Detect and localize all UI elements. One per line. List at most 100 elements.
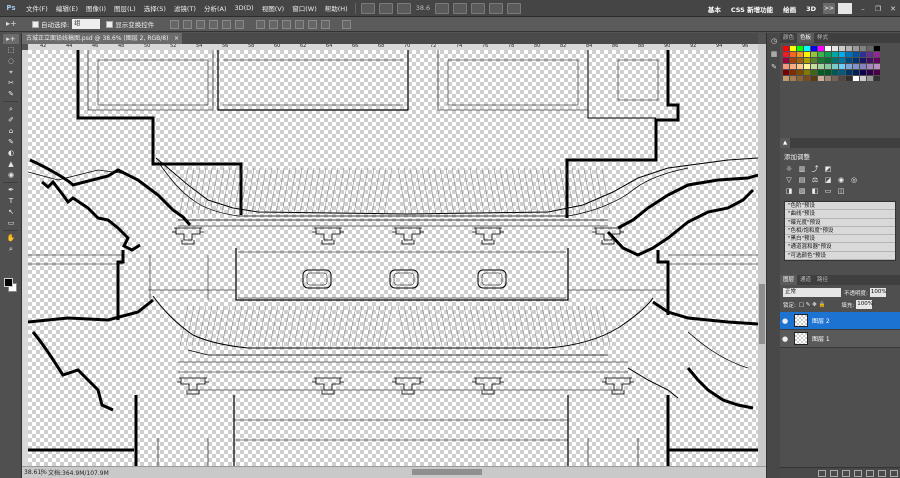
- align-right-icon[interactable]: [235, 19, 245, 29]
- color-swatch[interactable]: [818, 46, 824, 51]
- rotate-view-icon[interactable]: [471, 2, 486, 14]
- history-brush-tool-icon[interactable]: ✎: [3, 137, 19, 147]
- color-swatch[interactable]: [783, 70, 789, 75]
- layer-row[interactable]: ● 图层 2: [780, 312, 900, 331]
- invert-icon[interactable]: ◨: [784, 187, 794, 196]
- color-swatch[interactable]: [811, 52, 817, 57]
- minimize-icon[interactable]: –: [856, 3, 870, 15]
- color-swatch[interactable]: [846, 64, 852, 69]
- color-swatch[interactable]: [811, 64, 817, 69]
- pen-tool-icon[interactable]: ✒: [3, 185, 19, 195]
- preset-channel-mixer[interactable]: "通道混和器"预设: [785, 243, 895, 252]
- hand-tool-icon[interactable]: ✋: [3, 233, 19, 243]
- color-swatch[interactable]: [860, 58, 866, 63]
- color-swatch[interactable]: [839, 58, 845, 63]
- gradient-map-icon[interactable]: ▭: [823, 187, 833, 196]
- color-swatch[interactable]: [839, 46, 845, 51]
- color-swatch[interactable]: [804, 64, 810, 69]
- link-layers-icon[interactable]: [818, 469, 826, 477]
- vertical-scrollbar[interactable]: [758, 44, 766, 466]
- color-swatch[interactable]: [804, 52, 810, 57]
- levels-icon[interactable]: ▥: [797, 165, 807, 174]
- move-tool-preset-icon[interactable]: ▸+: [6, 19, 26, 30]
- search-field[interactable]: [838, 3, 852, 14]
- color-swatch[interactable]: [846, 70, 852, 75]
- color-swatch[interactable]: [825, 70, 831, 75]
- color-swatch[interactable]: [853, 52, 859, 57]
- color-swatch[interactable]: [825, 76, 831, 81]
- color-swatch[interactable]: [804, 58, 810, 63]
- color-swatch[interactable]: [832, 70, 838, 75]
- selective-color-icon[interactable]: ◫: [836, 187, 846, 196]
- workspace-painting[interactable]: 绘画: [778, 4, 801, 14]
- dodge-tool-icon[interactable]: ◉: [3, 170, 19, 180]
- distribute-vcenter-icon[interactable]: [269, 19, 279, 29]
- color-swatch[interactable]: [867, 46, 873, 51]
- swatch-panel-icon[interactable]: ▦: [769, 49, 779, 59]
- curves-icon[interactable]: ⤴: [810, 165, 820, 174]
- color-swatch[interactable]: [832, 58, 838, 63]
- screen-mode-icon[interactable]: [507, 2, 522, 14]
- color-swatch[interactable]: [874, 58, 880, 63]
- color-swatch[interactable]: [797, 70, 803, 75]
- distribute-hcenter-icon[interactable]: [308, 19, 318, 29]
- color-swatch[interactable]: [874, 76, 880, 81]
- color-swatch[interactable]: [853, 58, 859, 63]
- close-icon[interactable]: ×: [174, 33, 179, 44]
- color-swatch[interactable]: [867, 64, 873, 69]
- eye-icon[interactable]: ●: [780, 317, 790, 325]
- posterize-icon[interactable]: ▧: [797, 187, 807, 196]
- tab-paths[interactable]: 路径: [814, 275, 831, 285]
- color-swatch[interactable]: [783, 46, 789, 51]
- zoom-level[interactable]: 38.6: [416, 4, 430, 12]
- exposure-icon[interactable]: ◩: [823, 165, 833, 174]
- tab-styles[interactable]: 样式: [814, 33, 831, 43]
- color-swatch[interactable]: [790, 76, 796, 81]
- brush-panel-icon[interactable]: ✎: [769, 62, 779, 72]
- shape-tool-icon[interactable]: ▭: [3, 218, 19, 228]
- vertical-scroll-thumb[interactable]: [759, 284, 765, 344]
- new-adjustment-icon[interactable]: [854, 469, 862, 477]
- color-swatch[interactable]: [853, 64, 859, 69]
- eraser-tool-icon[interactable]: ◐: [3, 148, 19, 158]
- align-hcenter-icon[interactable]: [222, 19, 232, 29]
- align-top-icon[interactable]: [170, 19, 180, 29]
- color-swatch[interactable]: [818, 76, 824, 81]
- color-swatch[interactable]: [839, 52, 845, 57]
- color-swatch[interactable]: [825, 52, 831, 57]
- preset-selective-color[interactable]: "可选颜色"预设: [785, 252, 895, 261]
- brush-tool-icon[interactable]: ✐: [3, 115, 19, 125]
- document-tab[interactable]: 古城正立面铅线稿图.psd @ 38.6% (图层 2, RGB/8) ×: [22, 33, 182, 44]
- menu-filter[interactable]: 滤镜(T): [170, 3, 200, 13]
- menu-3d[interactable]: 3D(D): [230, 4, 257, 12]
- workspace-expand-icon[interactable]: >>: [823, 3, 835, 14]
- color-swatch[interactable]: [818, 70, 824, 75]
- color-swatch[interactable]: [832, 52, 838, 57]
- preset-hue-saturation[interactable]: "色相/饱和度"预设: [785, 227, 895, 236]
- color-swatch[interactable]: [839, 70, 845, 75]
- show-transform-checkbox[interactable]: [106, 20, 114, 28]
- zoom-tool-icon[interactable]: [453, 2, 468, 14]
- distribute-right-icon[interactable]: [321, 19, 331, 29]
- color-swatch[interactable]: [867, 52, 873, 57]
- close-icon[interactable]: ✕: [886, 3, 900, 15]
- color-swatch[interactable]: [790, 70, 796, 75]
- color-swatch[interactable]: [797, 46, 803, 51]
- auto-select-checkbox[interactable]: [32, 20, 39, 28]
- color-swatch[interactable]: [804, 76, 810, 81]
- color-swatch[interactable]: [867, 70, 873, 75]
- color-swatch[interactable]: [846, 46, 852, 51]
- arrange-documents-icon[interactable]: [489, 2, 504, 14]
- color-swatch[interactable]: [846, 58, 852, 63]
- opacity-field[interactable]: 100%: [869, 288, 887, 298]
- new-group-icon[interactable]: [866, 469, 874, 477]
- color-swatch[interactable]: [874, 46, 880, 51]
- delete-layer-icon[interactable]: [890, 469, 898, 477]
- quick-select-tool-icon[interactable]: ⌖: [3, 67, 19, 77]
- tab-color[interactable]: 颜色: [780, 33, 797, 43]
- color-swatch[interactable]: [853, 46, 859, 51]
- preset-exposure[interactable]: "曝光度"预设: [785, 219, 895, 227]
- color-swatch[interactable]: [818, 52, 824, 57]
- layer-row[interactable]: ● 图层 1: [780, 330, 900, 349]
- crop-tool-icon[interactable]: ✂: [3, 78, 19, 88]
